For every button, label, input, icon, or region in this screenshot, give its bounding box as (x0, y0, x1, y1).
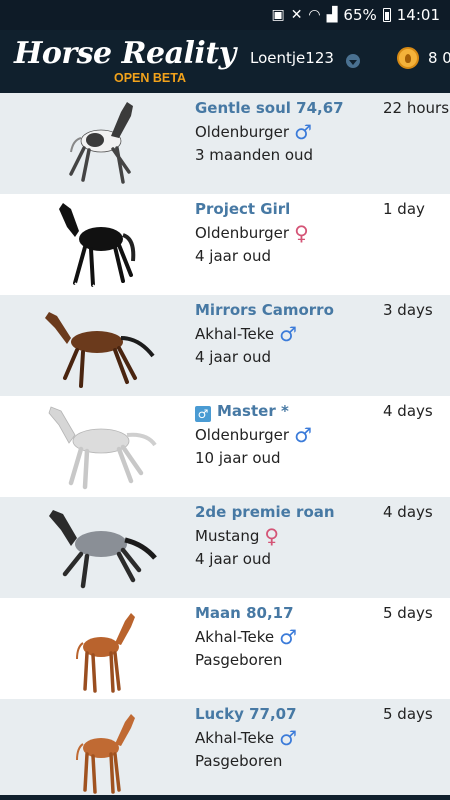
horse-name[interactable]: Gentle soul 74,67 (195, 99, 344, 117)
horse-image[interactable] (35, 500, 165, 595)
horse-age: 3 maanden oud (195, 146, 314, 164)
logo-subtitle: OPEN BETA (114, 71, 186, 85)
male-icon: ♂ (294, 423, 313, 447)
horse-age: 4 jaar oud (195, 550, 272, 568)
chevron-down-icon[interactable] (346, 54, 360, 68)
time-ago: 4 days (383, 402, 433, 420)
time-ago: 22 hours (383, 99, 450, 117)
horse-name[interactable]: ♂ Master * (195, 402, 289, 422)
logo[interactable]: Horse Reality OPEN BETA (14, 34, 236, 88)
horse-age: 4 jaar oud (195, 348, 272, 366)
battery-icon (382, 8, 391, 22)
list-item[interactable]: ♂ Master * Oldenburger ♂ 10 jaar oud 4 da… (0, 396, 450, 497)
horse-breed-line: Akhal-Teke ♂ (195, 324, 297, 344)
female-icon: ♀ (264, 524, 280, 548)
male-icon: ♂ (279, 726, 298, 750)
male-icon: ♂ (279, 625, 298, 649)
female-icon: ♀ (294, 221, 309, 245)
clock: 14:01 (396, 6, 440, 24)
coin-balance: 8 0 (428, 49, 450, 67)
male-icon: ♂ (294, 120, 313, 144)
male-icon: ♂ (279, 322, 298, 346)
horse-image[interactable] (35, 399, 165, 494)
horse-breed: Akhal-Teke (195, 325, 275, 343)
coin-icon (397, 47, 419, 69)
signal-icon: ▟ (326, 7, 338, 23)
horse-breed: Akhal-Teke (195, 628, 275, 646)
horse-image[interactable] (35, 197, 165, 292)
time-ago: 1 day (383, 200, 425, 218)
stallion-badge-icon: ♂ (195, 406, 211, 422)
horse-name[interactable]: Mirrors Camorro (195, 301, 334, 319)
horse-breed: Oldenburger (195, 426, 290, 444)
horse-breed-line: Akhal-Teke ♂ (195, 627, 297, 647)
wifi-icon: ◠ (308, 7, 321, 23)
horse-image[interactable] (35, 601, 165, 696)
horse-breed-line: Oldenburger ♂ (195, 122, 312, 142)
horse-breed-line: Oldenburger ♂ (195, 425, 312, 445)
time-ago: 4 days (383, 503, 433, 521)
horse-breed: Akhal-Teke (195, 729, 275, 747)
horse-name[interactable]: Lucky 77,07 (195, 705, 297, 723)
list-item[interactable]: Gentle soul 74,67 Oldenburger ♂ 3 maande… (0, 93, 450, 194)
horse-age: 4 jaar oud (195, 247, 272, 265)
status-bar: ▣ ✕ ◠ ▟ 65% 14:01 (0, 0, 450, 30)
mute-icon: ✕ (290, 7, 303, 23)
battery-percentage: 65% (343, 6, 377, 24)
horse-name-text: Master * (217, 402, 289, 420)
horse-list: Gentle soul 74,67 Oldenburger ♂ 3 maande… (0, 93, 450, 800)
list-item[interactable]: Maan 80,17 Akhal-Teke ♂ Pasgeboren 5 day… (0, 598, 450, 699)
horse-breed-line: Mustang ♀ (195, 526, 279, 546)
horse-name[interactable]: Maan 80,17 (195, 604, 294, 622)
horse-image[interactable] (35, 702, 165, 797)
horse-breed-line: Oldenburger ♀ (195, 223, 309, 243)
bottom-bar (0, 795, 450, 800)
list-item[interactable]: 2de premie roan Mustang ♀ 4 jaar oud 4 d… (0, 497, 450, 598)
horse-name[interactable]: 2de premie roan (195, 503, 335, 521)
horse-breed: Oldenburger (195, 224, 290, 242)
horse-breed: Oldenburger (195, 123, 290, 141)
horse-name[interactable]: Project Girl (195, 200, 290, 218)
time-ago: 5 days (383, 705, 433, 723)
time-ago: 5 days (383, 604, 433, 622)
time-ago: 3 days (383, 301, 433, 319)
horse-breed-line: Akhal-Teke ♂ (195, 728, 297, 748)
logo-title: Horse Reality (14, 36, 236, 71)
horse-age: Pasgeboren (195, 651, 283, 669)
horse-age: 10 jaar oud (195, 449, 281, 467)
horse-breed: Mustang (195, 527, 260, 545)
list-item[interactable]: Mirrors Camorro Akhal-Teke ♂ 4 jaar oud … (0, 295, 450, 396)
notification-icon: ▣ (271, 7, 285, 23)
list-item[interactable]: Project Girl Oldenburger ♀ 4 jaar oud 1 … (0, 194, 450, 295)
horse-image[interactable] (35, 96, 165, 191)
horse-image[interactable] (35, 298, 165, 393)
app-header: Horse Reality OPEN BETA Loentje123 8 0 (0, 30, 450, 93)
username[interactable]: Loentje123 (250, 49, 334, 67)
list-item[interactable]: Lucky 77,07 Akhal-Teke ♂ Pasgeboren 5 da… (0, 699, 450, 800)
horse-age: Pasgeboren (195, 752, 283, 770)
